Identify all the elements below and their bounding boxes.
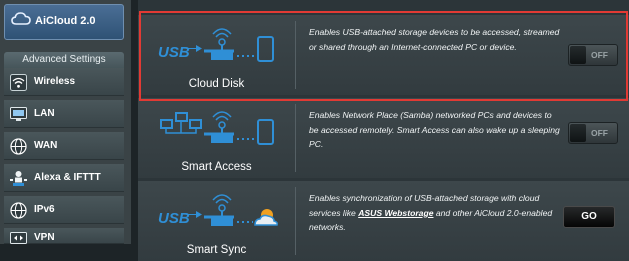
sidebar-item-wireless[interactable]: Wireless	[4, 68, 124, 96]
cloud-disk-toggle[interactable]: OFF	[568, 44, 618, 66]
aicloud-main-panel: USB Cloud Disk Enables USB-attached stor…	[138, 0, 629, 261]
toggle-knob	[570, 124, 586, 142]
feature-name: Cloud Disk	[188, 78, 245, 90]
sidebar-item-label: AiCloud 2.0	[35, 15, 96, 27]
sidebar-item-wan[interactable]: WAN	[4, 132, 124, 160]
sidebar: AiCloud 2.0 Advanced Settings Wireless L…	[0, 0, 131, 244]
smart-sync-go-button[interactable]: GO	[563, 206, 615, 228]
feature-description: Enables Network Place (Samba) networked …	[309, 110, 560, 150]
sidebar-item-label: Alexa & IFTTT	[34, 172, 101, 183]
wifi-icon	[10, 74, 27, 91]
divider	[295, 187, 296, 255]
feature-row-smart-access: Smart Access Enables Network Place (Samb…	[138, 98, 629, 178]
sidebar-item-label: IPv6	[34, 204, 55, 215]
smart-access-toggle[interactable]: OFF	[568, 122, 618, 144]
feature-row-smart-sync: USB Smart Sync Enables synchronization o…	[138, 181, 629, 261]
feature-name: Smart Sync	[186, 244, 247, 256]
vpn-icon	[10, 232, 27, 249]
feature-name: Smart Access	[181, 161, 252, 173]
svg-text:USB: USB	[158, 210, 190, 227]
toggle-state-label: OFF	[591, 128, 608, 138]
divider	[295, 21, 296, 89]
sidebar-item-aicloud[interactable]: AiCloud 2.0	[4, 4, 124, 40]
ipv6-globe-icon	[10, 202, 27, 219]
feature-description: Enables USB-attached storage devices to …	[309, 27, 560, 52]
toggle-state-label: OFF	[591, 50, 608, 60]
advanced-settings-header: Advanced Settings	[4, 52, 124, 68]
sidebar-item-alexa-ifttt[interactable]: Alexa & IFTTT	[4, 164, 124, 192]
sidebar-item-label: LAN	[34, 108, 55, 119]
lan-icon	[10, 106, 27, 123]
sidebar-item-label: Wireless	[34, 76, 76, 87]
svg-text:USB: USB	[158, 44, 190, 61]
alexa-icon	[10, 170, 27, 187]
sidebar-item-label: VPN	[34, 232, 55, 243]
sidebar-item-vpn[interactable]: VPN	[4, 228, 124, 244]
sidebar-item-ipv6[interactable]: IPv6	[4, 196, 124, 224]
sidebar-item-lan[interactable]: LAN	[4, 100, 124, 128]
toggle-knob	[570, 46, 586, 64]
feature-description: Enables synchronization of USB-attached …	[309, 191, 561, 235]
feature-row-cloud-disk: USB Cloud Disk Enables USB-attached stor…	[138, 15, 629, 95]
globe-icon	[10, 138, 27, 155]
divider	[295, 104, 296, 172]
sidebar-item-label: WAN	[34, 140, 58, 151]
cloud-icon	[11, 11, 31, 30]
asus-webstorage-link[interactable]: ASUS Webstorage	[358, 208, 433, 218]
